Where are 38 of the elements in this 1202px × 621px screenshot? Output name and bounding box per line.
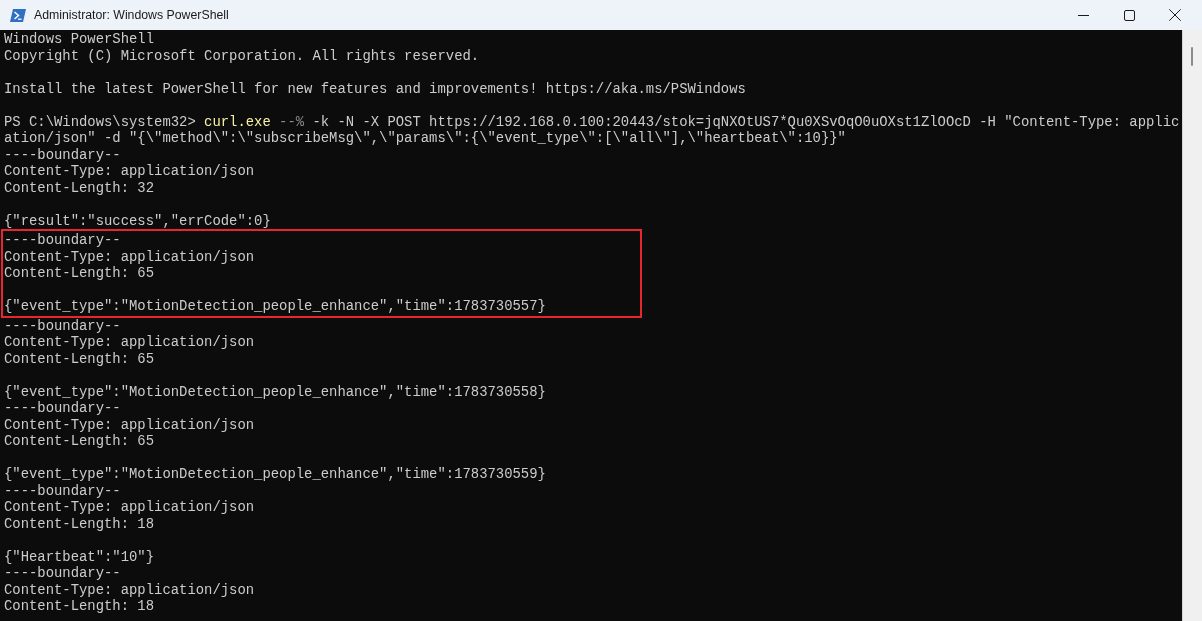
output-line: Content-Length: 65 <box>4 433 155 449</box>
output-line: Content-Type: application/json <box>4 416 255 433</box>
output-line: Content-Length: 18 <box>4 515 155 532</box>
output-line: Content-Type: application/json <box>4 581 255 598</box>
output-line: ----boundary-- <box>4 482 121 499</box>
output-line: ----boundary-- <box>4 146 121 163</box>
output-line: {"event_type":"MotionDetection_people_enhance","time":1783730559} <box>4 466 546 482</box>
output-line: Install the latest PowerShell for new features and improvements! https://aka.ms/PSWindows <box>4 80 746 97</box>
output-line: Content-Length: 18 <box>4 598 155 614</box>
output-line: Content-Type: application/json <box>4 163 255 179</box>
output-line: Content-Type: application/json <box>4 334 255 350</box>
output-line: Content-Type: application/json <box>4 499 255 515</box>
prompt-text: PS C:\Windows\system32> <box>4 113 196 130</box>
output-line: {"result":"success","errCode":0} <box>4 212 271 229</box>
output-line: Content-Length: 65 <box>4 265 155 281</box>
output-line: ----boundary-- <box>4 400 121 416</box>
output-line: {"event_type":"MotionDetection_people_enhance","time":1783730557} <box>4 298 546 314</box>
scrollbar[interactable] <box>1182 30 1202 621</box>
output-line: Content-Length: 65 <box>4 350 155 367</box>
output-line: {"event_type":"MotionDetection_people_enhance","time":1783730558} <box>4 383 546 400</box>
output-line: ----boundary-- <box>4 232 121 248</box>
scrollbar-thumb[interactable] <box>1191 47 1193 66</box>
operator-text: --% <box>279 113 305 130</box>
terminal-icon <box>10 8 26 22</box>
output-line: ----boundary-- <box>4 565 121 581</box>
output-line: Windows PowerShell <box>4 31 155 47</box>
argument-text: -k -N -X POST https://192.168.0.100:20443/stok=jqNXOtUS7*Qu0XSvOqO0uOXst1ZlOOcD -H "Content-Type: applic <box>312 113 1180 130</box>
output-line: Content-Type: application/json <box>4 248 255 265</box>
close-icon <box>1169 9 1181 21</box>
maximize-icon <box>1123 9 1135 21</box>
output-line: {"Heartbeat":"10"} <box>4 548 155 565</box>
output-line: Content-Length: 32 <box>4 179 155 196</box>
minimize-icon <box>1077 14 1089 16</box>
output-line: ----boundary-- <box>4 317 121 334</box>
command-name: curl.exe <box>204 113 271 130</box>
output-line: ation/json" -d "{\"method\":\"subscribeMsg\",\"params\":{\"event_type\":[\"all\"],\"heartbeat\":10}}" <box>4 130 846 146</box>
window-title: Administrator: Windows PowerShell <box>34 8 229 22</box>
output-line: Copyright (C) Microsoft Corporation. All rights reserved. <box>4 47 480 64</box>
